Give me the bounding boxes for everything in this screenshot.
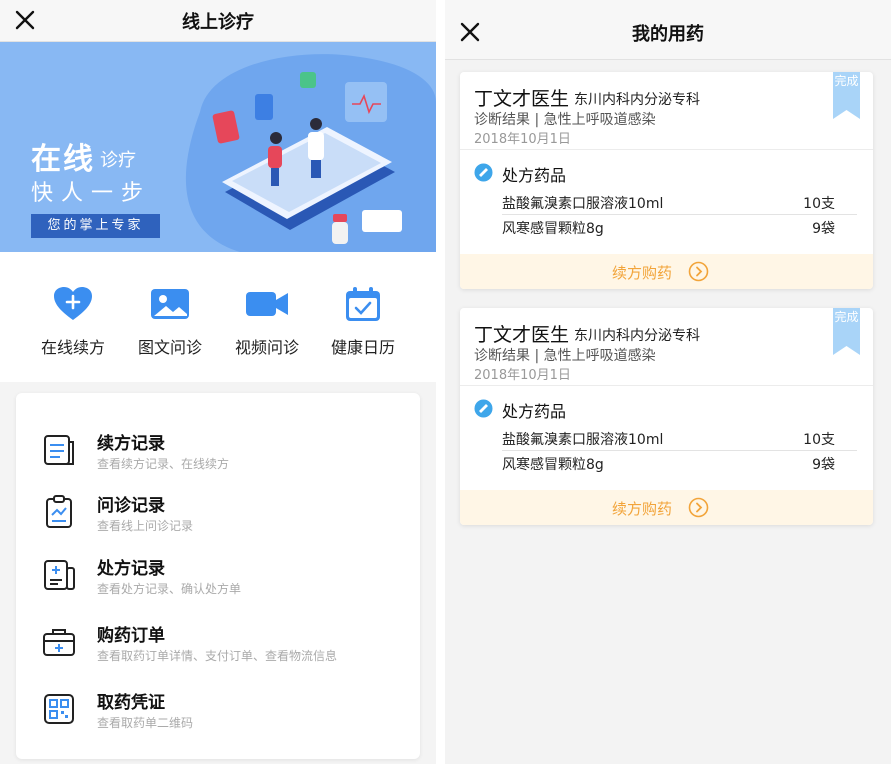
menu-item-prescription-records[interactable]: 处方记录 查看处方记录、确认处方单 xyxy=(16,548,420,608)
renew-purchase-button[interactable]: 续方购药 xyxy=(460,490,873,525)
quick-action-online-renewal[interactable]: 在线续方 xyxy=(28,286,118,358)
menu-item-pickup-voucher[interactable]: 取药凭证 查看取药单二维码 xyxy=(16,682,420,742)
doctor-name: 丁文才医生 xyxy=(474,324,570,346)
divider xyxy=(460,385,873,386)
promo-banner[interactable]: 在线 诊疗 快人一步 您的掌上专家 xyxy=(0,42,436,252)
section-title: 处方药品 xyxy=(502,166,567,185)
drug-row: 盐酸氟溴素口服溶液10ml 10支 xyxy=(502,190,857,214)
quick-action-video-consult[interactable]: 视频问诊 xyxy=(222,286,312,358)
chevron-right-circle-icon xyxy=(688,261,709,282)
banner-headline: 在线 xyxy=(31,142,95,177)
chevron-right-circle-icon xyxy=(688,497,709,518)
doctor-name: 丁文才医生 xyxy=(474,88,570,110)
records-menu: 续方记录 查看续方记录、在线续方 问诊记录 查看线上问诊记录 处方记录 查看处方… xyxy=(16,393,420,759)
quick-action-label: 图文问诊 xyxy=(137,338,202,357)
visit-date: 2018年10月1日 xyxy=(474,368,571,383)
section-title: 处方药品 xyxy=(502,402,567,421)
clipboard-chart-icon xyxy=(46,495,72,528)
renew-purchase-button[interactable]: 续方购药 xyxy=(460,254,873,289)
divider xyxy=(460,149,873,150)
menu-item-purchase-orders[interactable]: 购药订单 查看取药订单详情、支付订单、查看物流信息 xyxy=(16,615,420,675)
quick-action-label: 健康日历 xyxy=(330,338,395,357)
drug-quantity: 9袋 xyxy=(812,221,835,237)
prescription-card[interactable]: 丁文才医生 东川内科内分泌专科 诊断结果 | 急性上呼吸道感染 2018年10月… xyxy=(460,72,873,289)
header-bar: 线上诊疗 xyxy=(0,0,436,42)
drug-quantity: 10支 xyxy=(803,196,835,212)
drug-quantity: 10支 xyxy=(803,432,835,448)
renew-purchase-label: 续方购药 xyxy=(612,264,673,282)
status-badge: 完成 xyxy=(833,72,860,119)
status-text: 完成 xyxy=(834,74,859,88)
prescription-icon xyxy=(44,560,75,590)
menu-item-title: 处方记录 xyxy=(97,559,165,579)
image-icon xyxy=(151,289,189,319)
menu-item-subtitle: 查看取药单二维码 xyxy=(97,716,194,730)
quick-action-image-consult[interactable]: 图文问诊 xyxy=(125,286,215,358)
menu-item-title: 问诊记录 xyxy=(97,496,165,516)
quick-action-health-calendar[interactable]: 健康日历 xyxy=(318,286,408,358)
menu-item-consult-records[interactable]: 问诊记录 查看线上问诊记录 xyxy=(16,485,420,545)
banner-headline-small: 诊疗 xyxy=(100,150,136,171)
banner-tag: 您的掌上专家 xyxy=(31,214,160,238)
drug-name: 风寒感冒颗粒8g xyxy=(502,221,604,237)
menu-item-renewal-records[interactable]: 续方记录 查看续方记录、在线续方 xyxy=(16,423,420,483)
pill-icon xyxy=(474,399,493,418)
header-bar: 我的用药 xyxy=(445,0,891,60)
doctor-department: 东川内科内分泌专科 xyxy=(574,92,700,108)
online-clinic-screen: 线上诊疗 在线 诊疗 快人一步 您的掌上专家 在线续方 图文问诊 视频问诊 健康… xyxy=(0,0,436,764)
pill-icon xyxy=(474,163,493,182)
drug-row: 盐酸氟溴素口服溶液10ml 10支 xyxy=(502,426,857,450)
quick-actions: 在线续方 图文问诊 视频问诊 健康日历 xyxy=(0,252,436,382)
menu-item-title: 续方记录 xyxy=(97,434,165,454)
quick-action-label: 在线续方 xyxy=(40,338,105,357)
prescription-card[interactable]: 丁文才医生 东川内科内分泌专科 诊断结果 | 急性上呼吸道感染 2018年10月… xyxy=(460,308,873,525)
medical-kit-icon xyxy=(43,629,75,656)
menu-item-title: 购药订单 xyxy=(97,626,165,646)
menu-item-subtitle: 查看处方记录、确认处方单 xyxy=(97,582,242,596)
qr-code-icon xyxy=(44,694,74,724)
drug-quantity: 9袋 xyxy=(812,457,835,473)
menu-item-title: 取药凭证 xyxy=(97,693,165,713)
page-title: 我的用药 xyxy=(632,24,704,45)
drug-name: 风寒感冒颗粒8g xyxy=(502,457,604,473)
heart-plus-icon xyxy=(54,287,92,320)
status-badge: 完成 xyxy=(833,308,860,355)
quick-action-label: 视频问诊 xyxy=(234,338,299,357)
menu-item-subtitle: 查看线上问诊记录 xyxy=(97,519,194,533)
menu-item-subtitle: 查看取药订单详情、支付订单、查看物流信息 xyxy=(97,649,338,663)
drug-name: 盐酸氟溴素口服溶液10ml xyxy=(502,196,664,212)
drug-name: 盐酸氟溴素口服溶液10ml xyxy=(502,432,664,448)
renew-purchase-label: 续方购药 xyxy=(612,500,673,518)
drug-row: 风寒感冒颗粒8g 9袋 xyxy=(502,451,857,475)
menu-item-subtitle: 查看续方记录、在线续方 xyxy=(97,457,230,471)
drug-row: 风寒感冒颗粒8g 9袋 xyxy=(502,215,857,239)
video-camera-icon xyxy=(246,292,288,316)
calendar-check-icon xyxy=(346,287,380,321)
visit-date: 2018年10月1日 xyxy=(474,132,571,147)
diagnosis: 诊断结果 | 急性上呼吸道感染 xyxy=(474,348,656,364)
document-icon xyxy=(44,435,74,465)
my-medication-screen: 我的用药 丁文才医生 东川内科内分泌专科 诊断结果 | 急性上呼吸道感染 201… xyxy=(445,0,891,764)
doctor-department: 东川内科内分泌专科 xyxy=(574,328,700,344)
status-text: 完成 xyxy=(834,310,859,324)
page-title: 线上诊疗 xyxy=(182,12,254,33)
diagnosis: 诊断结果 | 急性上呼吸道感染 xyxy=(474,112,656,128)
banner-subheadline: 快人一步 xyxy=(31,181,152,206)
